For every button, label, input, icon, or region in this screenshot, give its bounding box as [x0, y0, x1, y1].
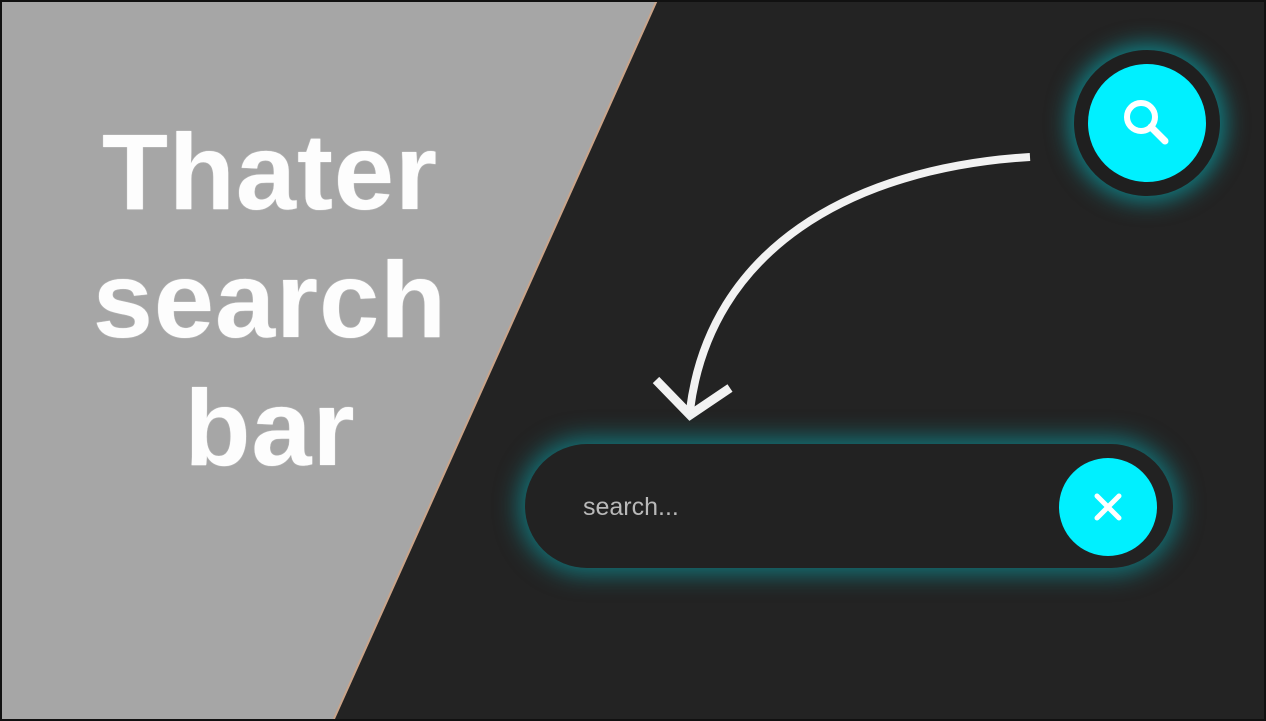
- search-input[interactable]: [581, 484, 1035, 530]
- search-icon: [1124, 100, 1169, 145]
- clear-button[interactable]: [1059, 458, 1157, 556]
- close-icon: [1094, 493, 1122, 521]
- search-toggle-button[interactable]: [1074, 50, 1220, 196]
- search-bar: [525, 444, 1173, 568]
- search-button-face[interactable]: [1088, 64, 1206, 182]
